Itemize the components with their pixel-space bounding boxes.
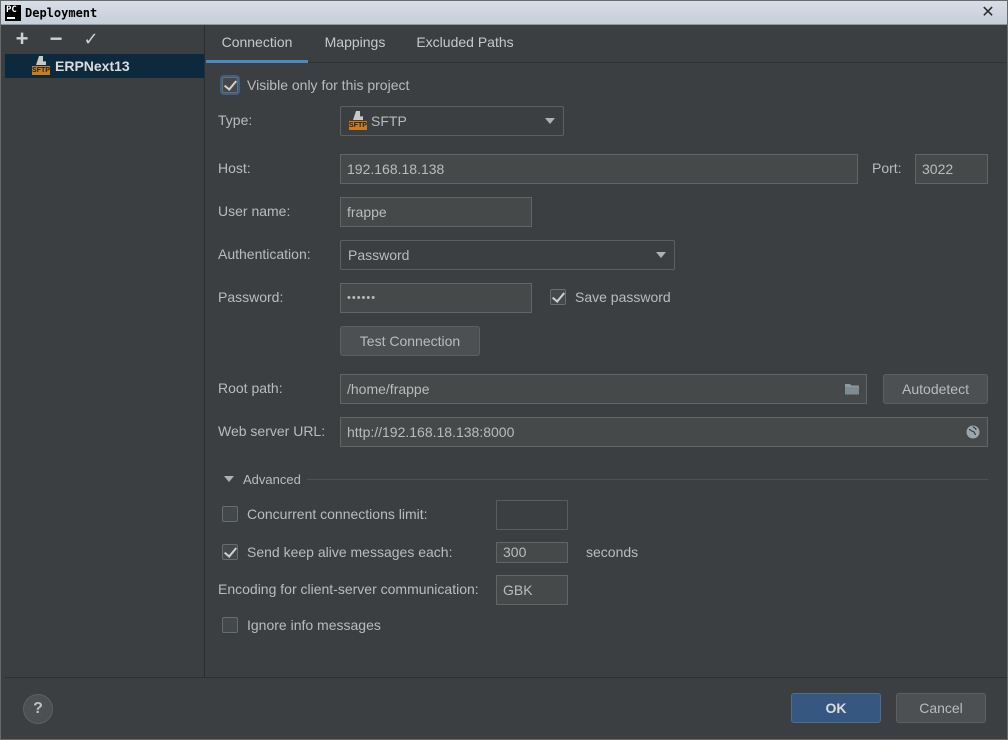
ignore-info-label: Ignore info messages (247, 617, 381, 633)
username-label: User name: (218, 203, 291, 219)
keep-alive-input[interactable]: 300 (496, 542, 568, 563)
advanced-header[interactable]: Advanced (243, 472, 301, 487)
ignore-info-checkbox[interactable] (222, 617, 238, 633)
chevron-down-icon (545, 118, 555, 124)
authentication-value: Password (348, 247, 410, 263)
deployment-dialog: PC Deployment ✕ + − ✓ SFTP ERPNext13 Con… (0, 0, 1008, 740)
footer-divider (5, 677, 1007, 678)
set-default-button[interactable]: ✓ (80, 29, 102, 51)
authentication-dropdown[interactable]: Password (340, 240, 675, 270)
authentication-label: Authentication: (218, 246, 311, 262)
tab-excluded-paths[interactable]: Excluded Paths (407, 25, 523, 63)
save-password-label: Save password (575, 289, 671, 305)
host-label: Host: (218, 160, 251, 176)
cancel-button[interactable]: Cancel (896, 693, 986, 723)
autodetect-button[interactable]: Autodetect (883, 374, 988, 404)
tab-mappings[interactable]: Mappings (313, 25, 397, 63)
visible-only-label: Visible only for this project (247, 77, 410, 93)
web-server-url-input[interactable]: http://192.168.18.138:8000 (340, 417, 988, 447)
concurrent-limit-label: Concurrent connections limit: (247, 506, 428, 522)
password-label: Password: (218, 289, 284, 305)
add-server-button[interactable]: + (11, 28, 33, 51)
ok-button[interactable]: OK (791, 693, 881, 723)
keep-alive-checkbox[interactable] (222, 544, 238, 560)
chevron-down-icon (656, 252, 666, 258)
web-server-url-label: Web server URL: (218, 423, 326, 439)
sftp-icon: SFTP (32, 56, 50, 76)
visible-only-checkbox[interactable] (222, 77, 238, 93)
keep-alive-unit: seconds (586, 544, 639, 560)
encoding-label: Encoding for client-server communication… (218, 581, 479, 597)
remove-server-button[interactable]: − (45, 28, 67, 51)
help-button[interactable]: ? (23, 694, 53, 724)
window-title: Deployment (25, 6, 98, 20)
web-server-url-value: http://192.168.18.138:8000 (347, 424, 515, 440)
globe-icon[interactable] (965, 424, 981, 440)
root-path-value: /home/frappe (347, 381, 430, 397)
sftp-icon: SFTP (349, 111, 367, 131)
type-value: SFTP (371, 113, 407, 129)
port-input[interactable]: 3022 (915, 154, 988, 184)
concurrent-limit-input (496, 500, 568, 530)
tab-connection[interactable]: Connection (206, 25, 308, 63)
keep-alive-label: Send keep alive messages each: (247, 544, 453, 560)
root-path-label: Root path: (218, 380, 283, 396)
server-name: ERPNext13 (55, 58, 130, 74)
root-path-input[interactable]: /home/frappe (340, 374, 867, 404)
folder-icon[interactable] (844, 381, 860, 397)
advanced-toggle-icon[interactable] (224, 476, 234, 482)
save-password-checkbox[interactable] (550, 289, 566, 305)
password-input[interactable]: •••••• (340, 283, 532, 313)
encoding-input[interactable]: GBK (496, 575, 568, 605)
advanced-divider (307, 479, 988, 480)
type-label: Type: (218, 112, 253, 128)
close-button[interactable]: ✕ (979, 4, 997, 22)
type-dropdown[interactable]: SFTP SFTP (340, 106, 564, 136)
server-list-panel: + − ✓ SFTP ERPNext13 (5, 25, 205, 677)
port-label: Port: (872, 160, 902, 176)
tab-bar: Connection Mappings Excluded Paths (206, 25, 1007, 63)
title-bar: PC Deployment ✕ (1, 1, 1007, 25)
server-item-erpnext13[interactable]: SFTP ERPNext13 (5, 54, 204, 78)
concurrent-limit-checkbox[interactable] (222, 506, 238, 522)
test-connection-button[interactable]: Test Connection (340, 326, 480, 356)
pycharm-icon: PC (5, 5, 21, 21)
host-input[interactable]: 192.168.18.138 (340, 154, 858, 184)
username-input[interactable]: frappe (340, 197, 532, 227)
